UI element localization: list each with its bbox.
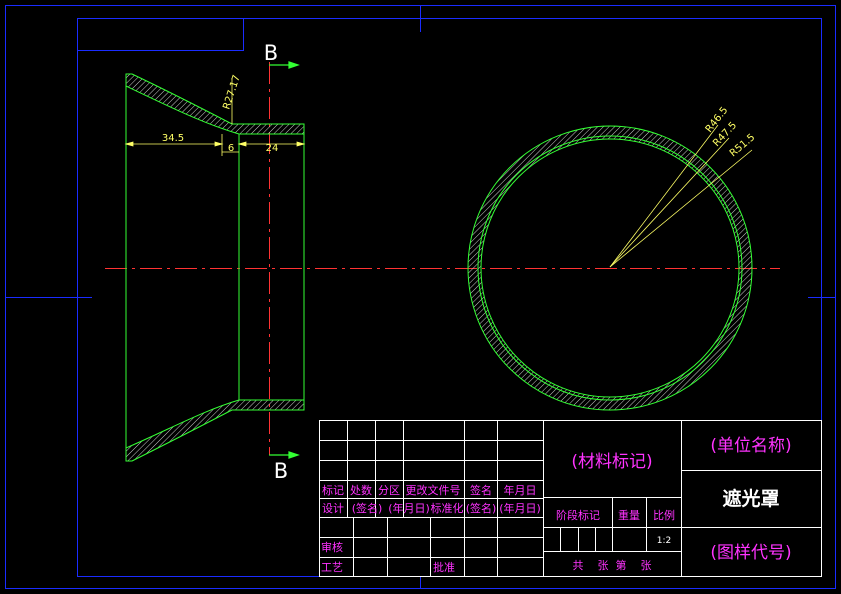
tb-header-change-doc: 更改文件号 (406, 483, 461, 497)
tb-part-name: 遮光罩 (722, 487, 779, 510)
section-label-bottom: B (274, 459, 288, 483)
tb-process: 工艺 (321, 561, 343, 574)
tb-header-mark: 标记 (322, 483, 344, 497)
dim-r-outer: R51.5 (728, 132, 757, 159)
tb-weight: 重量 (618, 508, 640, 522)
side-view-hatch (125, 73, 305, 462)
tb-header-signature: 签名 (470, 483, 492, 497)
tb-sheets: 共 张 第 张 (573, 558, 652, 572)
tb-unit-name: (单位名称) (710, 436, 791, 456)
tb-scale-label: 比例 (653, 508, 675, 522)
tb-standardization: 标准化 (431, 501, 464, 515)
tb-header-count: 处数 (350, 484, 372, 497)
dim-neck-radius: R27.17 (221, 74, 242, 111)
dim-step: 6 (228, 143, 234, 154)
title-block-design-row: 设计 (签名) (年月日) 标准化 (签名) (年月日) (322, 501, 541, 515)
tb-material-mark: (材料标记) (571, 452, 652, 472)
section-arrows (269, 61, 300, 459)
dim-neck-length: 24 (266, 143, 279, 154)
tb-design-date: (年月日) (388, 501, 430, 515)
tb-scale-value: 1:2 (657, 536, 671, 546)
section-label-top: B (264, 41, 278, 65)
tb-drawing-code: (图样代号) (710, 543, 791, 563)
tb-std-signature: (签名) (466, 501, 497, 515)
tb-std-date: (年月日) (499, 501, 541, 515)
tb-design-signature: (签名) (352, 501, 383, 515)
tb-design: 设计 (322, 502, 344, 515)
tb-review: 审核 (321, 540, 343, 554)
title-block-header-row: 标记 处数 分区 更改文件号 签名 年月日 (322, 483, 537, 497)
cad-drawing: B B 34.5 6 24 R27.17 R46.5 R47.5 R51.5 标… (5, 5, 836, 589)
tb-stage-mark: 阶段标记 (556, 508, 600, 522)
tb-header-date: 年月日 (504, 483, 537, 497)
tb-approve: 批准 (433, 560, 455, 574)
dim-left-length: 34.5 (162, 133, 184, 144)
tb-header-zone: 分区 (378, 484, 400, 497)
